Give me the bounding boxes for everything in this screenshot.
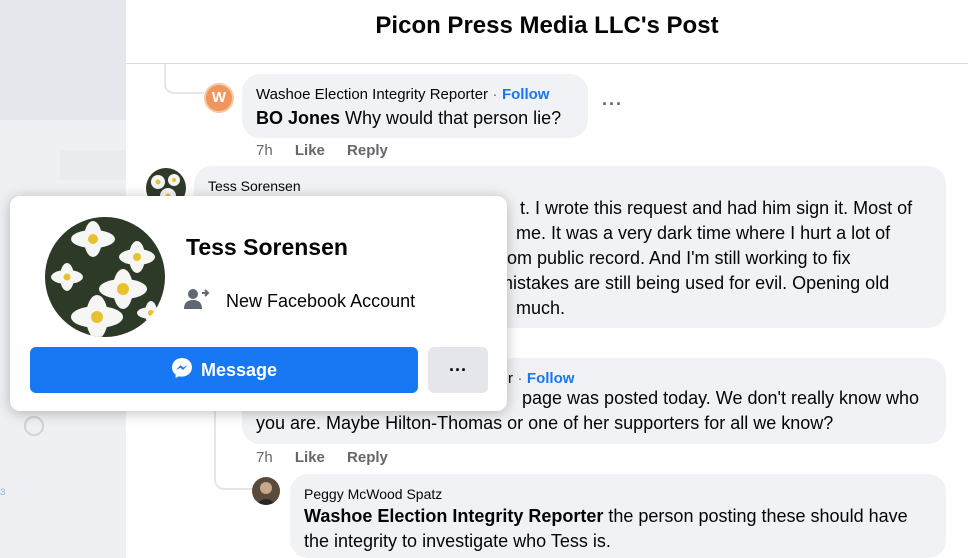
profile-hover-card: Tess Sorensen New Facebook Account Messa… <box>10 196 507 411</box>
comment-author[interactable]: Tess Sorensen <box>208 178 301 194</box>
post-header: Picon Press Media LLC's Post <box>126 0 968 64</box>
comment-line: the integrity to investigate who Tess is… <box>304 531 611 551</box>
mention-link[interactable]: Washoe Election Integrity Reporter <box>304 506 603 526</box>
messenger-icon <box>171 357 201 384</box>
timestamp[interactable]: 7h <box>256 142 273 159</box>
comment-meta: 7h Like Reply <box>256 449 406 466</box>
like-button[interactable]: Like <box>295 142 325 159</box>
more-button[interactable]: ··· <box>428 347 488 393</box>
separator: · <box>517 370 523 387</box>
comment-author[interactable]: Peggy McWood Spatz <box>304 486 442 502</box>
comment-text: Why would that person lie? <box>340 108 562 128</box>
like-button[interactable]: Like <box>295 449 325 466</box>
profile-picture[interactable] <box>45 217 165 337</box>
background-fragment: ɜ <box>0 484 6 498</box>
background-circle <box>24 416 44 436</box>
separator: · <box>492 86 498 103</box>
more-icon[interactable]: ··· <box>602 94 623 115</box>
comment-bubble: Washoe Election Integrity Reporter · Fol… <box>242 74 588 138</box>
profile-info-row: New Facebook Account <box>184 288 415 315</box>
person-arrow-icon <box>184 288 210 315</box>
reply-button[interactable]: Reply <box>347 142 388 159</box>
comment-meta: 7h Like Reply <box>256 142 406 159</box>
comment-author[interactable]: Washoe Election Integrity Reporter <box>256 86 488 103</box>
mention-link[interactable]: BO Jones <box>256 108 340 128</box>
profile-name[interactable]: Tess Sorensen <box>186 234 348 261</box>
comment-text: Washoe Election Integrity Reporter the p… <box>304 504 944 554</box>
comment-author-fragment[interactable]: r <box>508 370 513 387</box>
background-block <box>60 150 126 180</box>
comment-line: the person posting these should have <box>603 506 908 526</box>
comment-line: you are. Maybe Hilton-Thomas or one of h… <box>256 413 834 433</box>
background-block <box>0 0 126 120</box>
timestamp[interactable]: 7h <box>256 449 273 466</box>
message-button[interactable]: Message <box>30 347 418 393</box>
comment-bubble: Peggy McWood Spatz Washoe Election Integ… <box>290 474 946 558</box>
thread-line <box>164 64 204 94</box>
post-title: Picon Press Media LLC's Post <box>375 12 719 39</box>
message-button-label: Message <box>200 359 278 380</box>
avatar[interactable] <box>252 477 280 505</box>
avatar[interactable]: W <box>204 83 234 113</box>
avatar-letter: W <box>211 89 227 106</box>
reply-button[interactable]: Reply <box>347 449 388 466</box>
follow-link[interactable]: Follow <box>502 86 550 103</box>
follow-link[interactable]: Follow <box>527 370 575 387</box>
profile-subtitle: New Facebook Account <box>226 291 416 311</box>
